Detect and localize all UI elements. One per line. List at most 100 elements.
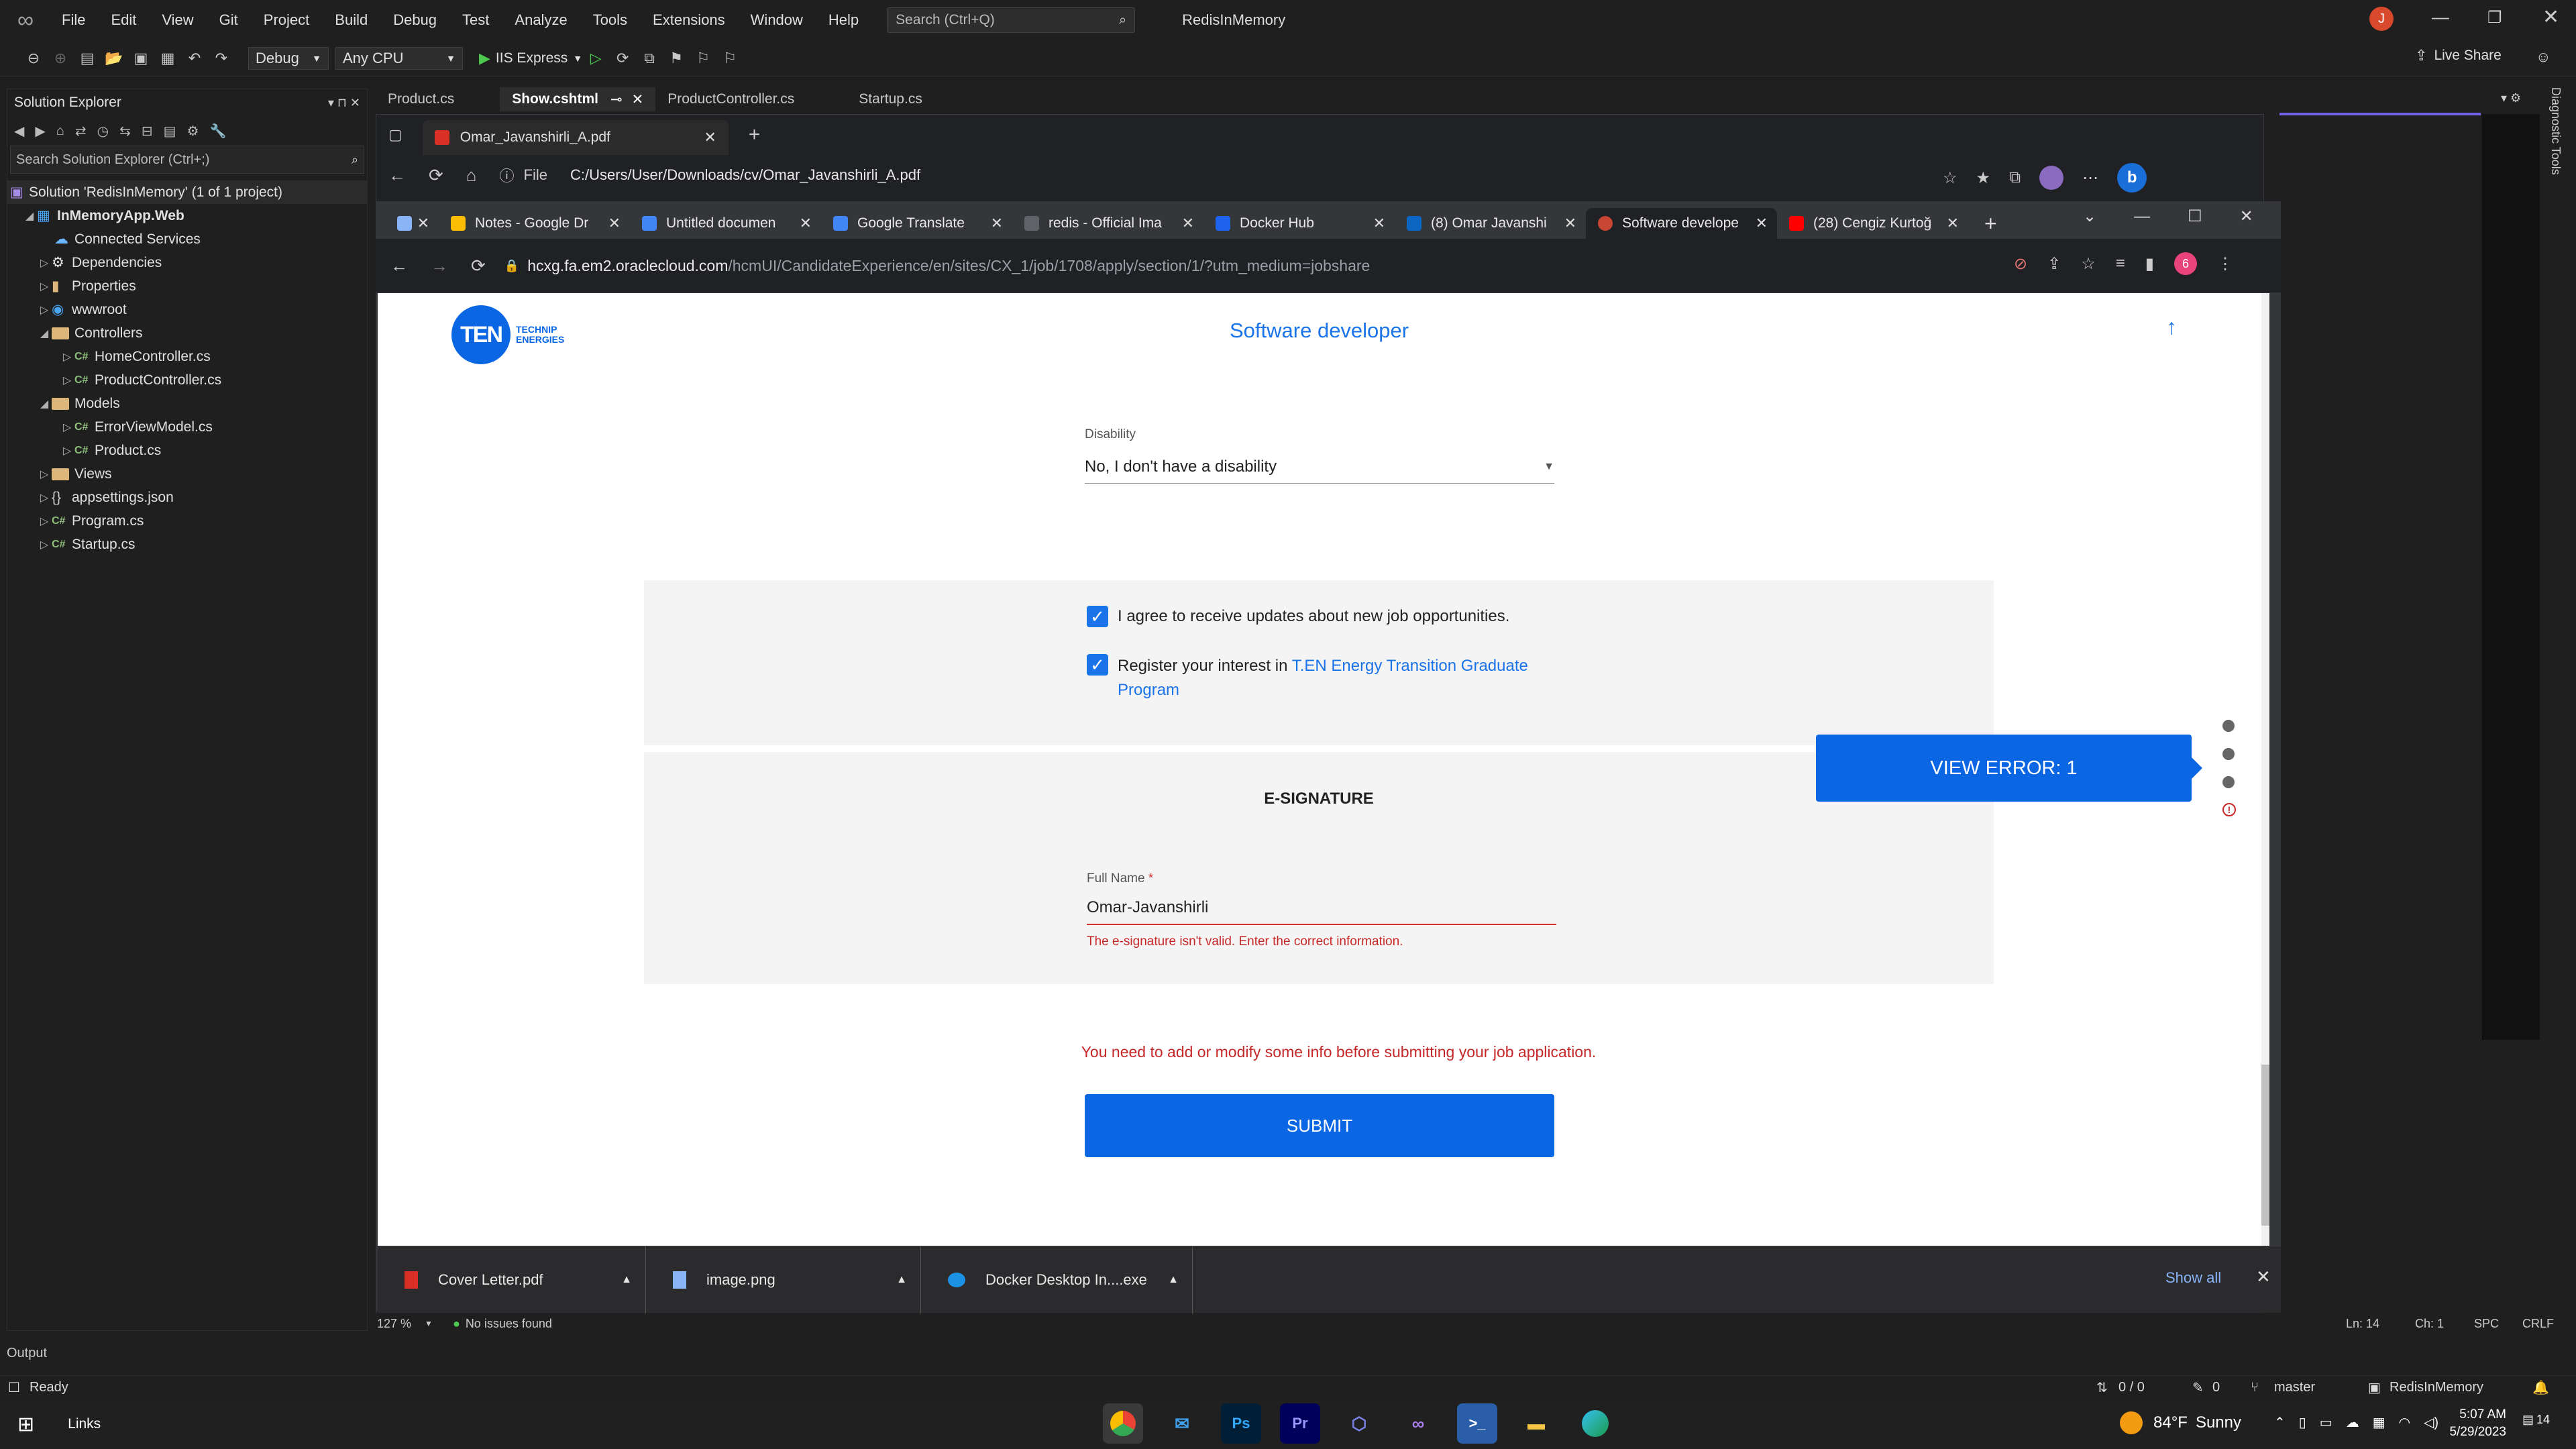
- download-item-docker[interactable]: Docker Desktop In....exe ▲: [921, 1246, 1193, 1313]
- chrome-tab-software-developer[interactable]: Software develope ✕: [1586, 208, 1777, 239]
- collections-icon[interactable]: ⧉: [2009, 168, 2021, 187]
- output-label[interactable]: Output: [7, 1346, 47, 1361]
- feedback-icon[interactable]: ☺: [2536, 48, 2551, 66]
- git-branch[interactable]: master: [2274, 1380, 2315, 1395]
- notification-center[interactable]: ▤ 14: [2522, 1413, 2550, 1427]
- notification-bell-icon[interactable]: 🔔: [2532, 1379, 2549, 1396]
- edge-tab-pdf[interactable]: Omar_Javanshirli_A.pdf ✕: [422, 120, 729, 155]
- disability-select[interactable]: No, I don't have a disability ▼: [1085, 450, 1554, 484]
- new-tab-icon[interactable]: +: [749, 123, 761, 146]
- windows-start-icon[interactable]: ⊞: [17, 1413, 34, 1436]
- back-icon[interactable]: ←: [388, 165, 406, 186]
- download-item-image[interactable]: image.png ▲: [646, 1246, 921, 1313]
- profile-avatar[interactable]: [2039, 166, 2064, 190]
- menu-view[interactable]: View: [162, 11, 193, 29]
- chrome-app-icon[interactable]: [1103, 1403, 1143, 1444]
- show-all-button[interactable]: Show all: [2165, 1269, 2221, 1287]
- issues-status[interactable]: No issues found: [466, 1317, 552, 1331]
- browser-link-icon[interactable]: ⧉: [641, 50, 657, 66]
- visual-studio-app-icon[interactable]: ∞: [1398, 1403, 1438, 1444]
- zoom-level[interactable]: 127 %: [377, 1317, 411, 1331]
- meet-icon[interactable]: ▭: [2320, 1414, 2332, 1431]
- onedrive-icon[interactable]: ☁: [2346, 1414, 2359, 1431]
- tree-item-controllers[interactable]: ◢ Controllers: [7, 321, 367, 345]
- platform-dropdown[interactable]: Any CPU ▼: [335, 46, 463, 70]
- chevron-up-icon[interactable]: ▲: [896, 1274, 907, 1286]
- weather-widget[interactable]: 84°F Sunny: [2120, 1411, 2241, 1434]
- scroll-to-top-icon[interactable]: ↑: [2166, 315, 2177, 339]
- restore-icon[interactable]: ❐: [2487, 8, 2502, 28]
- close-icon[interactable]: ✕: [632, 91, 644, 108]
- side-panel-icon[interactable]: ▮: [2145, 254, 2154, 274]
- section-dot[interactable]: [2222, 748, 2235, 760]
- bookmark-icon[interactable]: ⚑: [668, 50, 684, 66]
- error-dot-icon[interactable]: !: [2222, 803, 2236, 816]
- back-icon[interactable]: ◀: [14, 123, 24, 140]
- file-explorer-app-icon[interactable]: ▬: [1516, 1403, 1556, 1444]
- whitespace-mode[interactable]: SPC: [2474, 1317, 2499, 1331]
- refresh-icon[interactable]: ⟳: [614, 50, 631, 66]
- favorites-icon[interactable]: ★: [1976, 168, 1991, 188]
- close-icon[interactable]: ✕: [1756, 215, 1768, 232]
- refresh-icon[interactable]: ⟳: [429, 165, 443, 186]
- tab-actions-icon[interactable]: ▢: [388, 126, 402, 144]
- wrench-icon[interactable]: 🔧: [209, 123, 226, 140]
- register-interest-checkbox[interactable]: ✓: [1087, 654, 1108, 676]
- tab-dropdown-icon[interactable]: ▾ ⚙: [2501, 91, 2521, 105]
- redo-icon[interactable]: ↷: [213, 50, 229, 66]
- tab-product-cs[interactable]: Product.cs: [376, 87, 466, 111]
- bookmark-next-icon[interactable]: ⚐: [722, 50, 738, 66]
- volume-icon[interactable]: ◁): [2424, 1414, 2438, 1431]
- user-avatar[interactable]: J: [2369, 7, 2394, 31]
- chrome-tab-translate[interactable]: Google Translate ✕: [821, 208, 1012, 239]
- more-icon[interactable]: ⋯: [2082, 168, 2098, 188]
- tree-item-product[interactable]: ▷ C# Product.cs: [7, 439, 367, 462]
- line-ending[interactable]: CRLF: [2522, 1317, 2554, 1331]
- premiere-app-icon[interactable]: Pr: [1280, 1403, 1320, 1444]
- reading-list-icon[interactable]: ≡: [2116, 254, 2125, 273]
- tree-item-properties[interactable]: ▷ ▮ Properties: [7, 274, 367, 298]
- close-icon[interactable]: ✕: [608, 215, 621, 232]
- diagnostic-tools-tab[interactable]: Diagnostic Tools: [2542, 87, 2563, 195]
- close-icon[interactable]: ✕: [704, 129, 716, 146]
- collapse-all-icon[interactable]: ⊟: [142, 123, 153, 140]
- tree-item-wwwroot[interactable]: ▷ ◉ wwwroot: [7, 298, 367, 321]
- chrome-tab-linkedin[interactable]: (8) Omar Javanshi ✕: [1395, 208, 1586, 239]
- show-hidden-icon[interactable]: ⌃: [2274, 1414, 2286, 1431]
- tree-item-homecontroller[interactable]: ▷ C# HomeController.cs: [7, 345, 367, 368]
- git-repo[interactable]: RedisInMemory: [2390, 1380, 2483, 1395]
- tree-item-errorviewmodel[interactable]: ▷ C# ErrorViewModel.cs: [7, 415, 367, 439]
- bookmark-prev-icon[interactable]: ⚐: [695, 50, 711, 66]
- menu-git[interactable]: Git: [219, 11, 238, 29]
- forward-nav-icon[interactable]: ⊕: [52, 50, 68, 66]
- chrome-tab-redis[interactable]: redis - Official Ima ✕: [1012, 208, 1203, 239]
- new-tab-icon[interactable]: +: [1984, 211, 1997, 236]
- forward-icon[interactable]: ▶: [35, 123, 45, 140]
- section-dot[interactable]: [2222, 720, 2235, 732]
- tree-item-dependencies[interactable]: ▷ ⚙ Dependencies: [7, 251, 367, 274]
- close-icon[interactable]: ✕: [1182, 215, 1194, 232]
- menu-help[interactable]: Help: [828, 11, 859, 29]
- close-icon[interactable]: ✕: [991, 215, 1003, 232]
- page-scrollbar[interactable]: [2261, 293, 2269, 1246]
- chevron-up-icon[interactable]: ▲: [1168, 1274, 1179, 1286]
- teams-app-icon[interactable]: ⬡: [1339, 1403, 1379, 1444]
- menu-project[interactable]: Project: [264, 11, 309, 29]
- menu-tools[interactable]: Tools: [593, 11, 627, 29]
- chrome-tab-docs[interactable]: Untitled documen ✕: [630, 208, 821, 239]
- home-icon[interactable]: ⌂: [56, 123, 64, 139]
- tree-item-models[interactable]: ◢ Models: [7, 392, 367, 415]
- status-commits[interactable]: 0 / 0: [2118, 1380, 2145, 1395]
- properties-icon[interactable]: ⚙: [187, 123, 199, 140]
- sync-icon[interactable]: ⇆: [119, 123, 131, 140]
- fullname-input[interactable]: Omar-Javanshirli: [1087, 892, 1556, 925]
- switch-views-icon[interactable]: ⇄: [75, 123, 87, 140]
- tab-startup-cs[interactable]: Startup.cs: [847, 87, 934, 111]
- new-project-icon[interactable]: ▤: [79, 50, 95, 66]
- links-toolbar[interactable]: Links: [68, 1416, 101, 1432]
- profile-badge[interactable]: 6: [2174, 252, 2197, 275]
- save-all-icon[interactable]: ▦: [160, 50, 176, 66]
- start-without-debug-icon[interactable]: ▷: [588, 50, 604, 66]
- pending-changes-icon[interactable]: ◷: [97, 123, 109, 140]
- tree-item-startup[interactable]: ▷ C# Startup.cs: [7, 533, 367, 556]
